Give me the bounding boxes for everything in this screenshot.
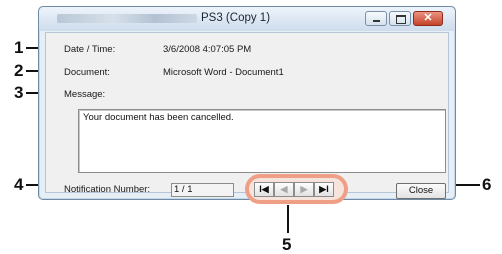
date-time-label: Date / Time:: [64, 44, 116, 55]
obscured-title-prefix: [57, 14, 197, 23]
notification-number-field: 1 / 1: [171, 183, 234, 197]
document-value: Microsoft Word - Document1: [163, 67, 284, 78]
callout-1: 1: [14, 38, 24, 57]
close-button[interactable]: Close: [396, 183, 446, 199]
minimize-button[interactable]: [365, 11, 387, 26]
close-window-button[interactable]: ✕: [413, 11, 443, 26]
maximize-button[interactable]: [389, 11, 411, 26]
title-bar: PS3 (Copy 1) ✕: [39, 7, 455, 31]
callout-4: 4: [14, 175, 24, 194]
navigation-highlight: I◀ ◀ ▶ ▶I: [245, 174, 348, 204]
notification-number-label: Notification Number:: [64, 184, 151, 195]
window-title: PS3 (Copy 1): [201, 12, 271, 24]
dialog-body: Date / Time: 3/6/2008 4:07:05 PM Documen…: [45, 32, 449, 204]
callout-5-line: [287, 205, 289, 233]
previous-notification-button[interactable]: ◀: [274, 182, 294, 197]
message-box[interactable]: Your document has been cancelled.: [78, 109, 446, 173]
document-label: Document:: [64, 67, 110, 78]
last-notification-button[interactable]: ▶I: [314, 182, 334, 197]
minimize-icon: [373, 20, 380, 22]
date-time-value: 3/6/2008 4:07:05 PM: [163, 44, 252, 55]
notification-dialog: PS3 (Copy 1) ✕ Date / Time: 3/6/2008 4:0…: [38, 6, 456, 204]
next-notification-button[interactable]: ▶: [294, 182, 314, 197]
callout-6: 6: [482, 175, 492, 194]
callout-5: 5: [282, 235, 292, 254]
callout-3: 3: [14, 83, 24, 102]
message-text: Your document has been cancelled.: [83, 112, 234, 123]
maximize-icon: [396, 15, 406, 24]
callout-2: 2: [14, 61, 24, 80]
close-icon: ✕: [423, 12, 433, 24]
message-label: Message:: [64, 89, 106, 100]
first-notification-button[interactable]: I◀: [254, 182, 274, 197]
